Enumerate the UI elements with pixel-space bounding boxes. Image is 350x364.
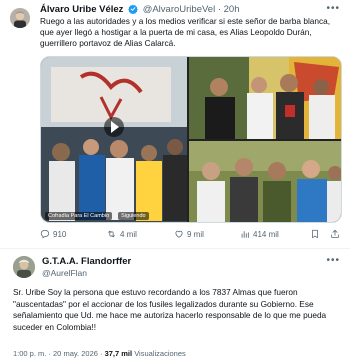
original-tweet[interactable]: Álvaro Uribe Vélez @AlvaroUribeVel · 20h…: [0, 0, 350, 248]
caption-source: Cofradía Para El Cambio: [45, 212, 113, 220]
reply-text: Sr. Uribe Soy la persona que estuvo reco…: [13, 287, 327, 333]
bookmark-button[interactable]: [310, 229, 320, 239]
caption-following: Siguiendo: [118, 212, 149, 220]
media-caption: Cofradía Para El Cambio Siguiendo: [45, 212, 149, 220]
reply-author-avatar[interactable]: [13, 256, 35, 278]
media-video-protest[interactable]: Cofradía Para El Cambio Siguiendo: [41, 57, 187, 222]
like-icon: [174, 229, 184, 239]
share-button[interactable]: [330, 229, 340, 239]
tweet-text: Ruego a las autoridades y a los medios v…: [40, 16, 331, 48]
media-photo-crowd[interactable]: [189, 57, 341, 139]
like-count: 9 mil: [187, 229, 204, 239]
bookmark-icon: [310, 229, 320, 239]
reply-tweet[interactable]: G.T.A.A. Flandorffer @AurelFlan ••• Sr. …: [0, 249, 350, 364]
tweet-actions: 910 4 mil 9 mil 414 mil: [40, 229, 345, 243]
views-icon: [240, 229, 250, 239]
repost-icon: [106, 229, 117, 239]
reply-icon: [40, 229, 50, 239]
reply-count: 910: [53, 229, 67, 239]
more-icon[interactable]: •••: [326, 255, 340, 266]
reply-author-handle[interactable]: @AurelFlan: [42, 268, 87, 278]
repost-count: 4 mil: [120, 229, 137, 239]
views-button[interactable]: 414 mil: [240, 229, 279, 239]
author-handle[interactable]: @AlvaroUribeVel: [143, 4, 215, 15]
media-photo-group[interactable]: [189, 141, 341, 222]
tweet-time[interactable]: 20h: [224, 4, 240, 15]
more-icon[interactable]: •••: [326, 3, 340, 14]
views-count: 414 mil: [253, 229, 279, 239]
reply-views-label: Visualizaciones: [132, 349, 186, 358]
author-name[interactable]: Álvaro Uribe Vélez: [40, 4, 123, 15]
tweet-media-grid[interactable]: Cofradía Para El Cambio Siguiendo: [40, 56, 342, 223]
share-icon: [330, 229, 340, 239]
reply-meta: 1:00 p. m. · 20 may. 2026 · 37,7 mil Vis…: [13, 349, 186, 358]
author-avatar[interactable]: [10, 8, 30, 28]
reply-views-count: 37,7 mil: [104, 349, 133, 358]
header-separator: ·: [217, 4, 221, 15]
reply-button[interactable]: 910: [40, 229, 66, 239]
reply-timestamp[interactable]: 1:00 p. m. · 20 may. 2026 ·: [13, 349, 105, 358]
reply-author-name[interactable]: G.T.A.A. Flandorffer: [42, 256, 131, 267]
like-button[interactable]: 9 mil: [174, 229, 204, 239]
repost-button[interactable]: 4 mil: [106, 229, 137, 239]
